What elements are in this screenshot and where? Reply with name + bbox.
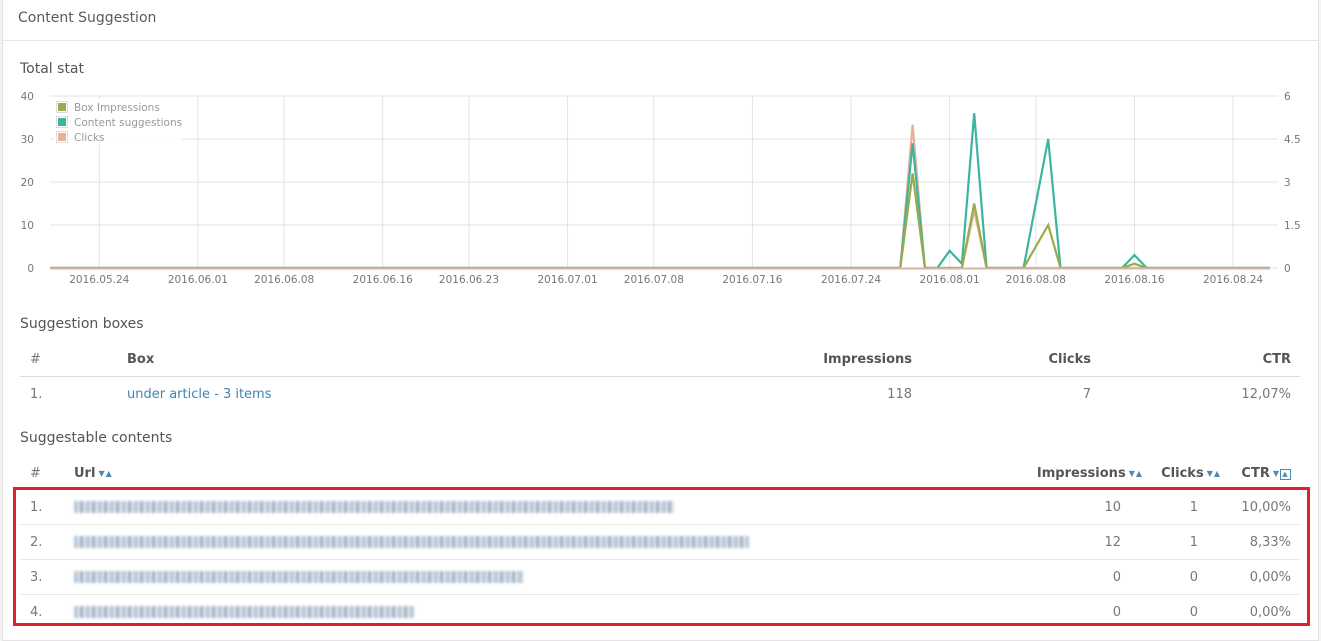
x-tick-label: 2016.08.01 [920, 274, 980, 286]
total-stat-chart: 0 10 20 30 40 0 1.5 3 4.5 6 2016.05.24 2016.06.01 20… [21, 91, 1301, 286]
table-header-row: # Url ▼▲ Impressions ▼▲ Clicks ▼▲ CTR ▼ ▲ [20, 456, 1300, 490]
row-impressions: 0 [1112, 604, 1121, 620]
row-clicks: 7 [1082, 386, 1091, 402]
x-tick-label: 2016.07.24 [821, 274, 881, 286]
row-clicks: 0 [1189, 604, 1198, 620]
row-impressions: 118 [887, 386, 912, 402]
y-right-tick-label: 4.5 [1284, 134, 1301, 146]
sort-desc-icon[interactable]: ▼ [1273, 469, 1280, 478]
legend-swatch-content-suggestions [58, 118, 66, 126]
legend-label: Clicks [74, 132, 105, 144]
row-clicks: 0 [1143, 559, 1221, 595]
table-row: 3.[blurred url]000,00% [20, 559, 1300, 595]
box-link[interactable]: under article - 3 items [127, 387, 272, 402]
y-left-tick-label: 30 [21, 134, 34, 146]
x-tick-label: 2016.07.01 [538, 274, 598, 286]
col-num: # [30, 351, 41, 367]
y-left-tick-label: 0 [27, 263, 34, 275]
col-box: Box [127, 351, 155, 367]
col-ctr: CTR [1262, 351, 1291, 367]
sort-asc-active-icon[interactable]: ▲ [1280, 468, 1291, 480]
col-ctr-label: CTR [1241, 465, 1270, 481]
row-impressions: 0 [1013, 559, 1143, 595]
sort-asc-icon[interactable]: ▲ [1136, 469, 1143, 478]
row-ctr: 0,00% [1249, 604, 1291, 620]
y-right-tick-label: 0 [1284, 263, 1291, 275]
total-stat-title: Total stat [20, 61, 84, 77]
col-url[interactable]: Url ▼▲ [74, 456, 1013, 490]
series-line-box-impressions [50, 173, 1270, 270]
suggestable-contents-table: # Url▼▲ Impressions▼▲ Clicks▼▲ CTR▼▲ 1.[… [20, 456, 1300, 629]
y-left-tick-label: 20 [21, 177, 34, 189]
col-clicks-label: Clicks [1161, 465, 1204, 481]
legend-label: Box Impressions [74, 102, 160, 114]
row-num: 3. [20, 559, 74, 595]
col-clicks[interactable]: Clicks ▼▲ [1143, 456, 1221, 490]
sort-desc-icon[interactable]: ▼ [1207, 469, 1214, 478]
row-ctr: 0,00% [1221, 559, 1300, 595]
col-impressions[interactable]: Impressions ▼▲ [1013, 456, 1143, 490]
x-tick-label: 2016.06.16 [353, 274, 413, 286]
col-num: # [30, 465, 41, 481]
sort-desc-icon[interactable]: ▼ [98, 469, 105, 478]
series-line-clicks [50, 124, 1270, 270]
suggestable-contents-title: Suggestable contents [20, 430, 173, 446]
legend-swatch-box-impressions [58, 103, 66, 111]
col-impressions-label: Impressions [1036, 465, 1126, 481]
row-clicks: 1 [1143, 524, 1221, 560]
col-impressions: Impressions [823, 351, 912, 367]
x-tick-label: 2016.08.24 [1203, 274, 1263, 286]
table-header-row: # Box Impressions Clicks CTR [20, 342, 1300, 377]
row-ctr: 10,00% [1221, 490, 1300, 525]
y-right-tick-label: 6 [1284, 91, 1291, 103]
legend-swatch-clicks [58, 133, 66, 141]
col-url-label: Url [74, 465, 96, 481]
sort-desc-icon[interactable]: ▼ [1129, 469, 1136, 478]
sort-asc-icon[interactable]: ▲ [1214, 469, 1221, 478]
row-ctr: 8,33% [1221, 524, 1300, 560]
x-tick-label: 2016.08.16 [1104, 274, 1164, 286]
table-row: 1. under article - 3 items 118 7 12,07% [20, 377, 1300, 412]
row-num: 4. [30, 604, 43, 620]
col-clicks: Clicks [1048, 351, 1091, 367]
row-impressions: 10 [1013, 490, 1143, 525]
table-row: 2.[blurred url] 1218,33% [20, 524, 1300, 560]
series-line-content-suggestions [50, 113, 1270, 270]
y-left-tick-label: 10 [21, 220, 34, 232]
card-title: Content Suggestion [18, 10, 157, 26]
table-row: 1.[blurred url] 10110,00% [20, 490, 1300, 525]
x-tick-label: 2016.06.23 [439, 274, 499, 286]
y-right-tick-label: 1.5 [1284, 220, 1301, 232]
x-tick-label: 2016.08.08 [1006, 274, 1066, 286]
row-num: 1. [20, 490, 74, 525]
legend-label: Content suggestions [74, 117, 182, 129]
url-link[interactable]: [blurred url] [74, 536, 749, 548]
sort-asc-icon[interactable]: ▲ [106, 469, 113, 478]
y-right-tick-label: 3 [1284, 177, 1291, 189]
row-ctr: 12,07% [1241, 386, 1291, 402]
x-tick-label: 2016.05.24 [69, 274, 129, 286]
row-num: 2. [20, 524, 74, 560]
suggestion-boxes-table: # Box Impressions Clicks CTR 1. under ar… [20, 342, 1300, 411]
col-ctr[interactable]: CTR ▼ ▲ [1221, 456, 1300, 490]
suggestion-boxes-title: Suggestion boxes [20, 316, 144, 332]
row-clicks: 1 [1143, 490, 1221, 525]
url-link[interactable]: [blurred url] [74, 571, 524, 583]
card-header: Content Suggestion [3, 0, 1318, 41]
x-tick-label: 2016.06.01 [168, 274, 228, 286]
row-num: 1. [30, 386, 43, 402]
y-left-tick-label: 40 [21, 91, 34, 103]
table-row: 4. [blurred url] 0 0 0,00% [20, 595, 1300, 630]
url-link[interactable]: [blurred url] [74, 606, 414, 618]
x-tick-label: 2016.06.08 [254, 274, 314, 286]
url-link[interactable]: [blurred url] [74, 501, 674, 513]
x-tick-label: 2016.07.08 [624, 274, 684, 286]
sort-url: ▼▲ [98, 469, 112, 478]
row-impressions: 12 [1013, 524, 1143, 560]
x-tick-label: 2016.07.16 [722, 274, 782, 286]
